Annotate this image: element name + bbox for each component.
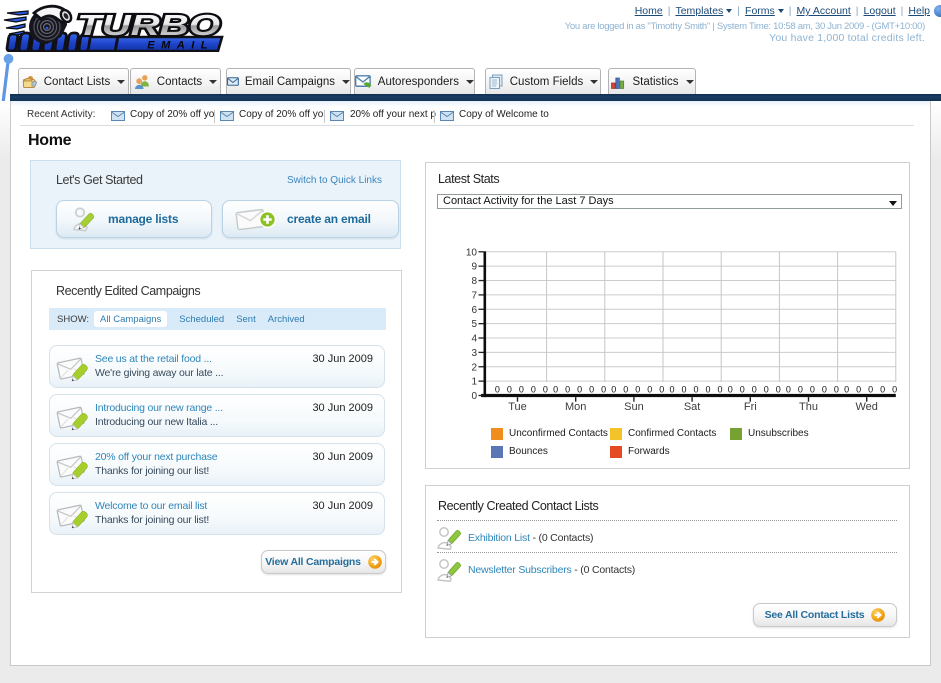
svg-text:Mon: Mon — [565, 401, 586, 413]
svg-text:0: 0 — [764, 385, 769, 395]
svg-text:0: 0 — [507, 385, 512, 395]
svg-text:TURBO: TURBO — [77, 10, 221, 42]
svg-text:0: 0 — [635, 385, 640, 395]
svg-text:0: 0 — [659, 385, 664, 395]
svg-text:Sun: Sun — [624, 401, 644, 413]
svg-text:Fri: Fri — [744, 401, 757, 413]
svg-text:3: 3 — [471, 348, 477, 359]
svg-text:0: 0 — [740, 385, 745, 395]
svg-text:0: 0 — [810, 385, 815, 395]
svg-text:0: 0 — [531, 385, 536, 395]
svg-text:7: 7 — [471, 290, 477, 301]
svg-text:0: 0 — [601, 385, 606, 395]
svg-text:0: 0 — [577, 385, 582, 395]
svg-text:0: 0 — [471, 391, 477, 402]
svg-text:0: 0 — [565, 385, 570, 395]
svg-text:0: 0 — [844, 385, 849, 395]
svg-text:0: 0 — [669, 385, 674, 395]
svg-text:4: 4 — [471, 334, 477, 345]
svg-text:9: 9 — [471, 262, 477, 273]
svg-text:10: 10 — [466, 247, 478, 258]
svg-text:Thu: Thu — [799, 401, 818, 413]
svg-text:0: 0 — [495, 385, 500, 395]
svg-text:0: 0 — [623, 385, 628, 395]
svg-text:0: 0 — [589, 385, 594, 395]
svg-text:2: 2 — [471, 362, 477, 373]
svg-text:8: 8 — [471, 276, 477, 287]
svg-text:Tue: Tue — [508, 401, 527, 413]
svg-text:0: 0 — [856, 385, 861, 395]
svg-text:0: 0 — [681, 385, 686, 395]
svg-text:0: 0 — [776, 385, 781, 395]
svg-text:0: 0 — [868, 385, 873, 395]
svg-text:Sat: Sat — [684, 401, 701, 413]
svg-text:5: 5 — [471, 319, 477, 330]
svg-text:0: 0 — [717, 385, 722, 395]
svg-text:0: 0 — [728, 385, 733, 395]
svg-text:0: 0 — [647, 385, 652, 395]
svg-text:0: 0 — [798, 385, 803, 395]
svg-text:0: 0 — [822, 385, 827, 395]
svg-text:0: 0 — [519, 385, 524, 395]
svg-text:0: 0 — [880, 385, 885, 395]
svg-text:0: 0 — [752, 385, 757, 395]
svg-text:0: 0 — [834, 385, 839, 395]
svg-text:0: 0 — [892, 385, 897, 395]
svg-text:Wed: Wed — [855, 401, 877, 413]
svg-text:0: 0 — [611, 385, 616, 395]
svg-text:0: 0 — [553, 385, 558, 395]
svg-text:6: 6 — [471, 305, 477, 316]
svg-text:0: 0 — [543, 385, 548, 395]
svg-text:0: 0 — [705, 385, 710, 395]
svg-text:0: 0 — [693, 385, 698, 395]
svg-text:0: 0 — [786, 385, 791, 395]
svg-text:1: 1 — [471, 377, 477, 388]
